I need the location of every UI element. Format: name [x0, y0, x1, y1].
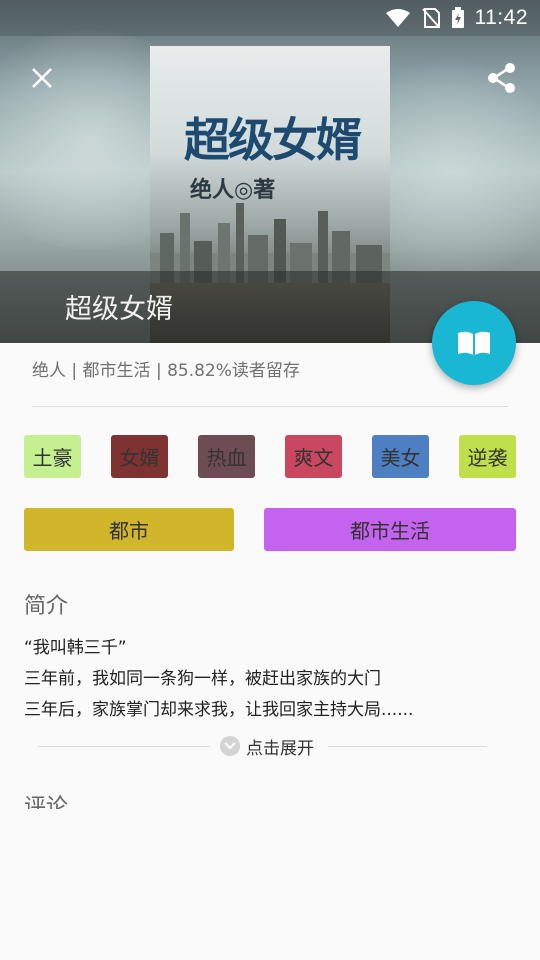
category-chip[interactable]: 都市	[24, 508, 234, 551]
intro-line: 三年前，我如同一条狗一样，被赶出家族的大门	[24, 669, 381, 689]
chevron-down-icon	[220, 736, 240, 756]
share-button[interactable]	[482, 58, 522, 98]
category-list: 都市 都市生活	[24, 508, 516, 551]
tag-list: 土豪 女婿 热血 爽文 美女 逆袭	[24, 435, 516, 478]
share-icon	[488, 63, 515, 93]
status-time: 11:42	[474, 6, 528, 29]
tag-chip[interactable]: 爽文	[285, 435, 342, 478]
tag-chip[interactable]: 美女	[372, 435, 429, 478]
tag-chip[interactable]: 逆袭	[459, 435, 516, 478]
cover-author: 绝人◎著	[190, 177, 276, 203]
tag-chip[interactable]: 热血	[198, 435, 255, 478]
intro-line: “我叫韩三千”	[24, 638, 127, 658]
cover-title: 超级女婿	[184, 113, 362, 167]
divider	[38, 746, 210, 747]
wifi-icon	[385, 8, 411, 28]
intro-text: “我叫韩三千” 三年前，我如同一条狗一样，被赶出家族的大门 三年后，家族掌门却来…	[24, 633, 413, 726]
book-header: 超级女婿 绝人◎著 超级女婿 11:42	[0, 0, 540, 343]
intro-heading: 简介	[24, 594, 69, 619]
category-chip[interactable]: 都市生活	[264, 508, 516, 551]
comments-heading: 评论	[24, 795, 69, 809]
book-title: 超级女婿	[65, 294, 173, 325]
read-button[interactable]	[432, 301, 516, 385]
book-open-icon	[458, 331, 490, 355]
book-meta: 绝人 | 都市生活 | 85.82%读者留存	[32, 361, 300, 381]
expand-label: 点击展开	[246, 738, 314, 759]
expand-row: 点击展开	[38, 733, 486, 759]
intro-line: 三年后，家族掌门却来求我，让我回家主持大局......	[24, 700, 414, 720]
divider	[32, 406, 508, 407]
close-icon	[32, 68, 52, 88]
battery-charging-icon	[451, 7, 465, 29]
tag-chip[interactable]: 土豪	[24, 435, 81, 478]
status-bar: 11:42	[0, 0, 540, 36]
divider	[328, 746, 486, 747]
tag-chip[interactable]: 女婿	[111, 435, 168, 478]
close-button[interactable]	[22, 58, 62, 98]
expand-button[interactable]: 点击展开	[220, 733, 314, 759]
signal-off-icon	[421, 7, 441, 29]
